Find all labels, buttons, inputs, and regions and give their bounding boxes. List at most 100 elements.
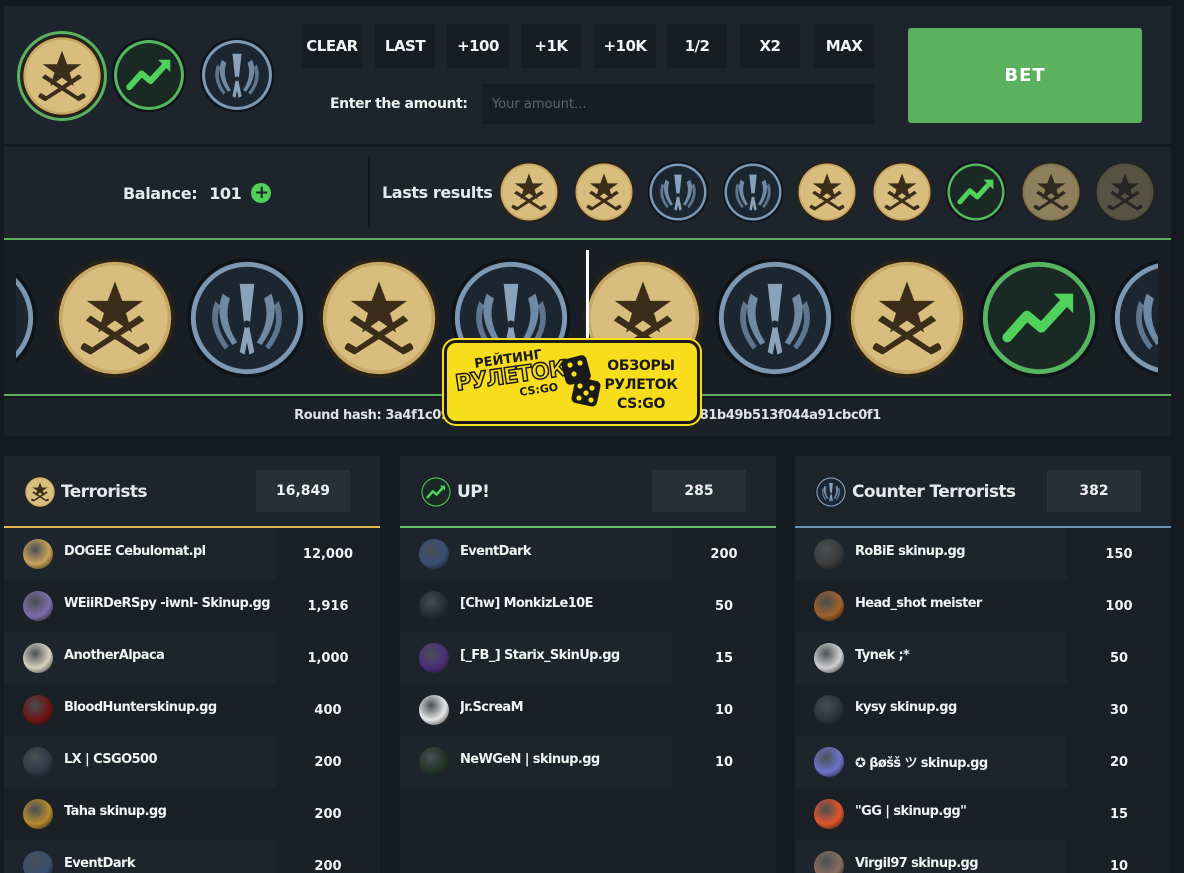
player-name[interactable]: RoBiE skinup.gg bbox=[855, 544, 1065, 559]
player-name[interactable]: Head_shot meister bbox=[855, 596, 1065, 611]
roulette-slot-counter-terrorists-icon bbox=[714, 257, 836, 379]
amount-button-max[interactable]: MAX bbox=[814, 24, 874, 68]
name-cell: Jr.ScreaM bbox=[400, 684, 672, 736]
amount-button-last[interactable]: LAST bbox=[375, 24, 435, 68]
table-title: Terrorists bbox=[61, 482, 147, 502]
name-cell: EventDark bbox=[4, 840, 276, 873]
table-total: 16,849 bbox=[256, 470, 350, 512]
name-cell: Virgil97 skinup.gg bbox=[795, 840, 1067, 873]
player-name[interactable]: WEiiRDeRSpy -iwnl- Skinup.gg bbox=[64, 596, 274, 611]
terrorists-icon bbox=[24, 476, 56, 508]
player-name[interactable]: Tynek ;* bbox=[855, 648, 1065, 663]
table-row: [_FB_] Starix_SkinUp.gg 15 bbox=[400, 632, 776, 684]
roulette-slot-counter-terrorists-icon bbox=[1110, 257, 1158, 379]
table-row: Taha skinup.gg 200 bbox=[4, 788, 380, 840]
amount-button-x2[interactable]: X2 bbox=[740, 24, 800, 68]
bet-amount: 200 bbox=[314, 754, 342, 770]
avatar[interactable] bbox=[23, 747, 53, 777]
amount-button-100[interactable]: +100 bbox=[447, 24, 509, 68]
bet-amount: 10 bbox=[1109, 858, 1129, 873]
name-cell: AnotherAlpaca bbox=[4, 632, 276, 684]
promo-logo[interactable]: РЕЙТИНГ РУЛЕТОК CS:GO ОБЗОРЫ РУЛЕТОК CS:… bbox=[444, 340, 700, 424]
player-name[interactable]: Virgil97 skinup.gg bbox=[855, 856, 1065, 871]
player-name[interactable]: [Chw] MonkizLe10E bbox=[460, 596, 670, 611]
chip-terrorists-selector[interactable] bbox=[20, 34, 104, 118]
avatar[interactable] bbox=[814, 643, 844, 673]
roulette-slot-terrorists-icon bbox=[54, 257, 176, 379]
player-name[interactable]: BloodHunterskinup.gg bbox=[64, 700, 274, 715]
terrorists-icon bbox=[20, 34, 104, 118]
bet-amount: 150 bbox=[1105, 546, 1133, 562]
amount-input[interactable] bbox=[482, 84, 874, 124]
bet-amount: 1,000 bbox=[307, 650, 349, 666]
player-name[interactable]: Taha skinup.gg bbox=[64, 804, 274, 819]
amount-button-clear[interactable]: CLEAR bbox=[302, 24, 362, 68]
player-name[interactable]: AnotherAlpaca bbox=[64, 648, 274, 663]
last-result-up-icon bbox=[945, 161, 1007, 223]
table-row: RoBiE skinup.gg 150 bbox=[795, 528, 1171, 580]
roulette-slot-counter-terrorists-icon bbox=[186, 257, 308, 379]
name-cell: DOGEE Cebulomat.pl bbox=[4, 528, 276, 580]
amount-label: Enter the amount: bbox=[330, 96, 468, 112]
avatar[interactable] bbox=[814, 539, 844, 569]
player-name[interactable]: EventDark bbox=[64, 856, 274, 871]
avatar[interactable] bbox=[814, 799, 844, 829]
avatar[interactable] bbox=[23, 851, 53, 873]
lasts-results-label: Lasts results bbox=[382, 183, 493, 202]
bet-amount: 100 bbox=[1105, 598, 1133, 614]
player-name[interactable]: [_FB_] Starix_SkinUp.gg bbox=[460, 648, 670, 663]
player-name[interactable]: EventDark bbox=[460, 544, 670, 559]
avatar[interactable] bbox=[419, 695, 449, 725]
table-row: [Chw] MonkizLe10E 50 bbox=[400, 580, 776, 632]
table-title: Counter Terrorists bbox=[852, 482, 1016, 502]
bet-amount: 10 bbox=[714, 702, 734, 718]
player-name[interactable]: "GG | skinup.gg" bbox=[855, 804, 1065, 819]
bet-amount: 50 bbox=[714, 598, 734, 614]
add-funds-plus-icon[interactable]: + bbox=[251, 183, 272, 203]
avatar[interactable] bbox=[814, 747, 844, 777]
table-body: DOGEE Cebulomat.pl 12,000 WEiiRDeRSpy -i… bbox=[4, 528, 380, 873]
bet-amount: 12,000 bbox=[302, 546, 354, 562]
avatar[interactable] bbox=[814, 851, 844, 873]
player-name[interactable]: LX | CSGO500 bbox=[64, 752, 274, 767]
avatar[interactable] bbox=[23, 643, 53, 673]
avatar[interactable] bbox=[814, 695, 844, 725]
table-row: NeWGeN | skinup.gg 10 bbox=[400, 736, 776, 788]
player-name[interactable]: kysy skinup.gg bbox=[855, 700, 1065, 715]
table-row: DOGEE Cebulomat.pl 12,000 bbox=[4, 528, 380, 580]
player-name[interactable]: ✪ βøšš ツ skinup.gg bbox=[855, 752, 1065, 771]
bets-table-ct: Counter Terrorists 382 RoBiE skinup.gg 15… bbox=[795, 456, 1171, 873]
avatar[interactable] bbox=[23, 695, 53, 725]
bets-table-t: Terrorists 16,849 DOGEE Cebulomat.pl 12,0… bbox=[4, 456, 380, 873]
avatar[interactable] bbox=[419, 747, 449, 777]
player-name[interactable]: Jr.ScreaM bbox=[460, 700, 670, 715]
avatar[interactable] bbox=[23, 539, 53, 569]
chip-ct-selector[interactable] bbox=[199, 37, 275, 113]
last-result-terrorists-icon bbox=[498, 161, 560, 223]
last-result-terrorists-icon bbox=[573, 161, 635, 223]
last-result-counter-terrorists-icon bbox=[647, 161, 709, 223]
bet-amount: 20 bbox=[1109, 754, 1129, 770]
avatar[interactable] bbox=[23, 799, 53, 829]
name-cell: Taha skinup.gg bbox=[4, 788, 276, 840]
table-row: AnotherAlpaca 1,000 bbox=[4, 632, 380, 684]
avatar[interactable] bbox=[814, 591, 844, 621]
avatar[interactable] bbox=[419, 643, 449, 673]
avatar[interactable] bbox=[419, 591, 449, 621]
balance-label: Balance: bbox=[123, 183, 198, 203]
name-cell: Tynek ;* bbox=[795, 632, 1067, 684]
last-result-terrorists-icon bbox=[1094, 161, 1156, 223]
amount-button-12[interactable]: 1/2 bbox=[667, 24, 727, 68]
bet-amount: 15 bbox=[714, 650, 734, 666]
counter-terrorists-icon bbox=[199, 37, 275, 113]
amount-button-10k[interactable]: +10K bbox=[594, 24, 656, 68]
name-cell: RoBiE skinup.gg bbox=[795, 528, 1067, 580]
amount-button-1k[interactable]: +1K bbox=[521, 24, 581, 68]
table-body: RoBiE skinup.gg 150 Head_shot meister 10… bbox=[795, 528, 1171, 873]
chip-up-selector[interactable] bbox=[111, 37, 187, 113]
avatar[interactable] bbox=[419, 539, 449, 569]
player-name[interactable]: DOGEE Cebulomat.pl bbox=[64, 544, 274, 559]
player-name[interactable]: NeWGeN | skinup.gg bbox=[460, 752, 670, 767]
avatar[interactable] bbox=[23, 591, 53, 621]
bet-button[interactable]: BET bbox=[908, 28, 1142, 123]
